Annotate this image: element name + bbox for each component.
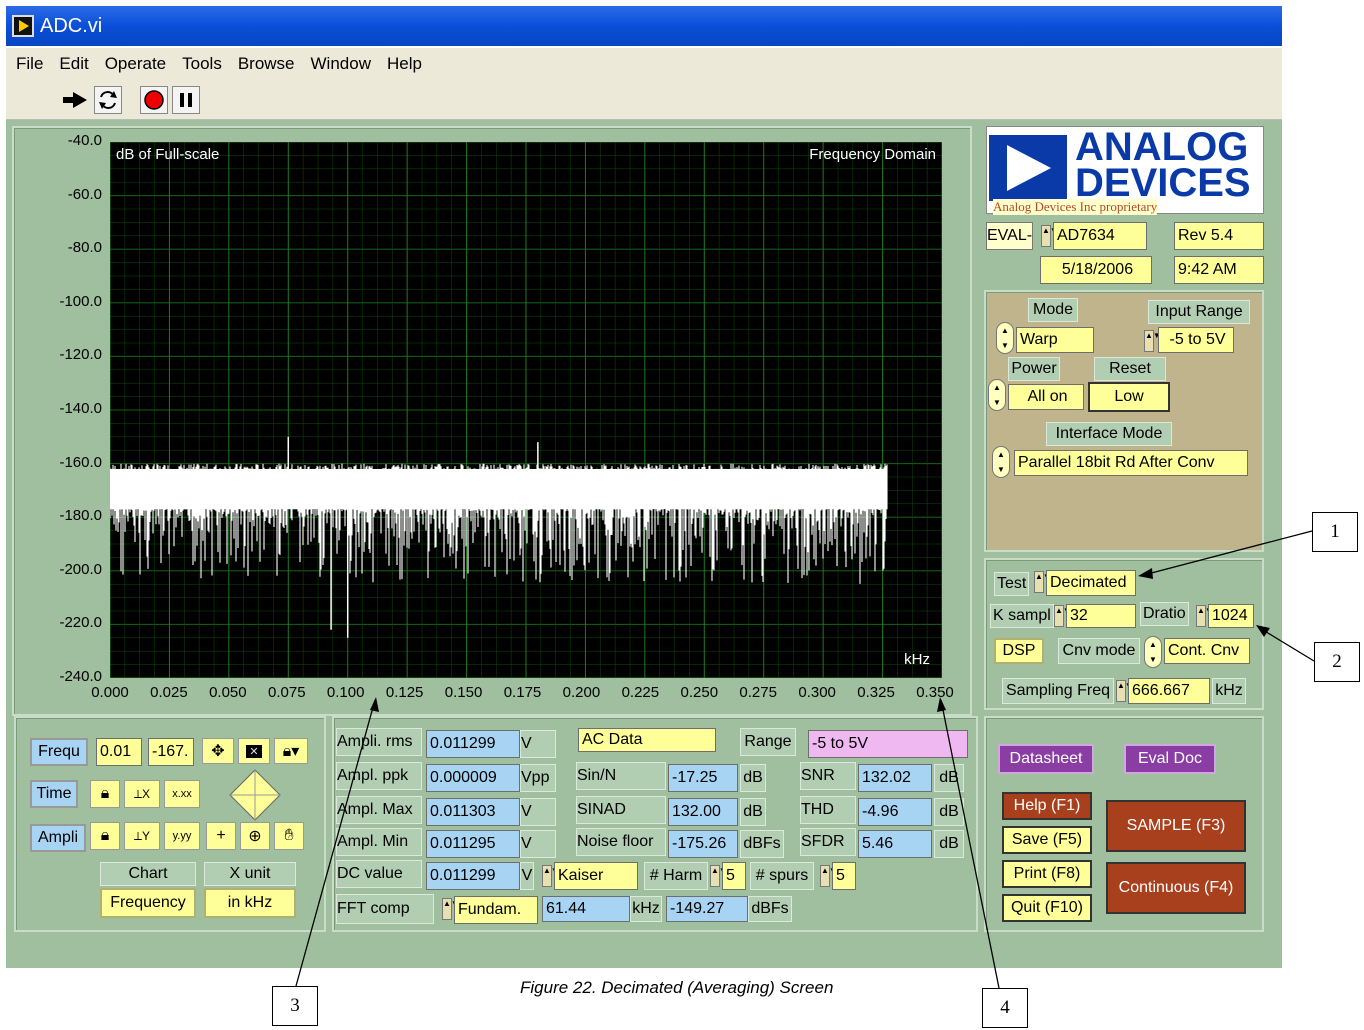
callout-4: 4: [982, 988, 1028, 1028]
callout-1: 1: [1312, 512, 1358, 552]
callout-lines: [295, 530, 1315, 989]
callout-3: 3: [272, 986, 318, 1026]
callout-2: 2: [1314, 642, 1360, 682]
figure-caption: Figure 22. Decimated (Averaging) Screen: [520, 978, 834, 997]
